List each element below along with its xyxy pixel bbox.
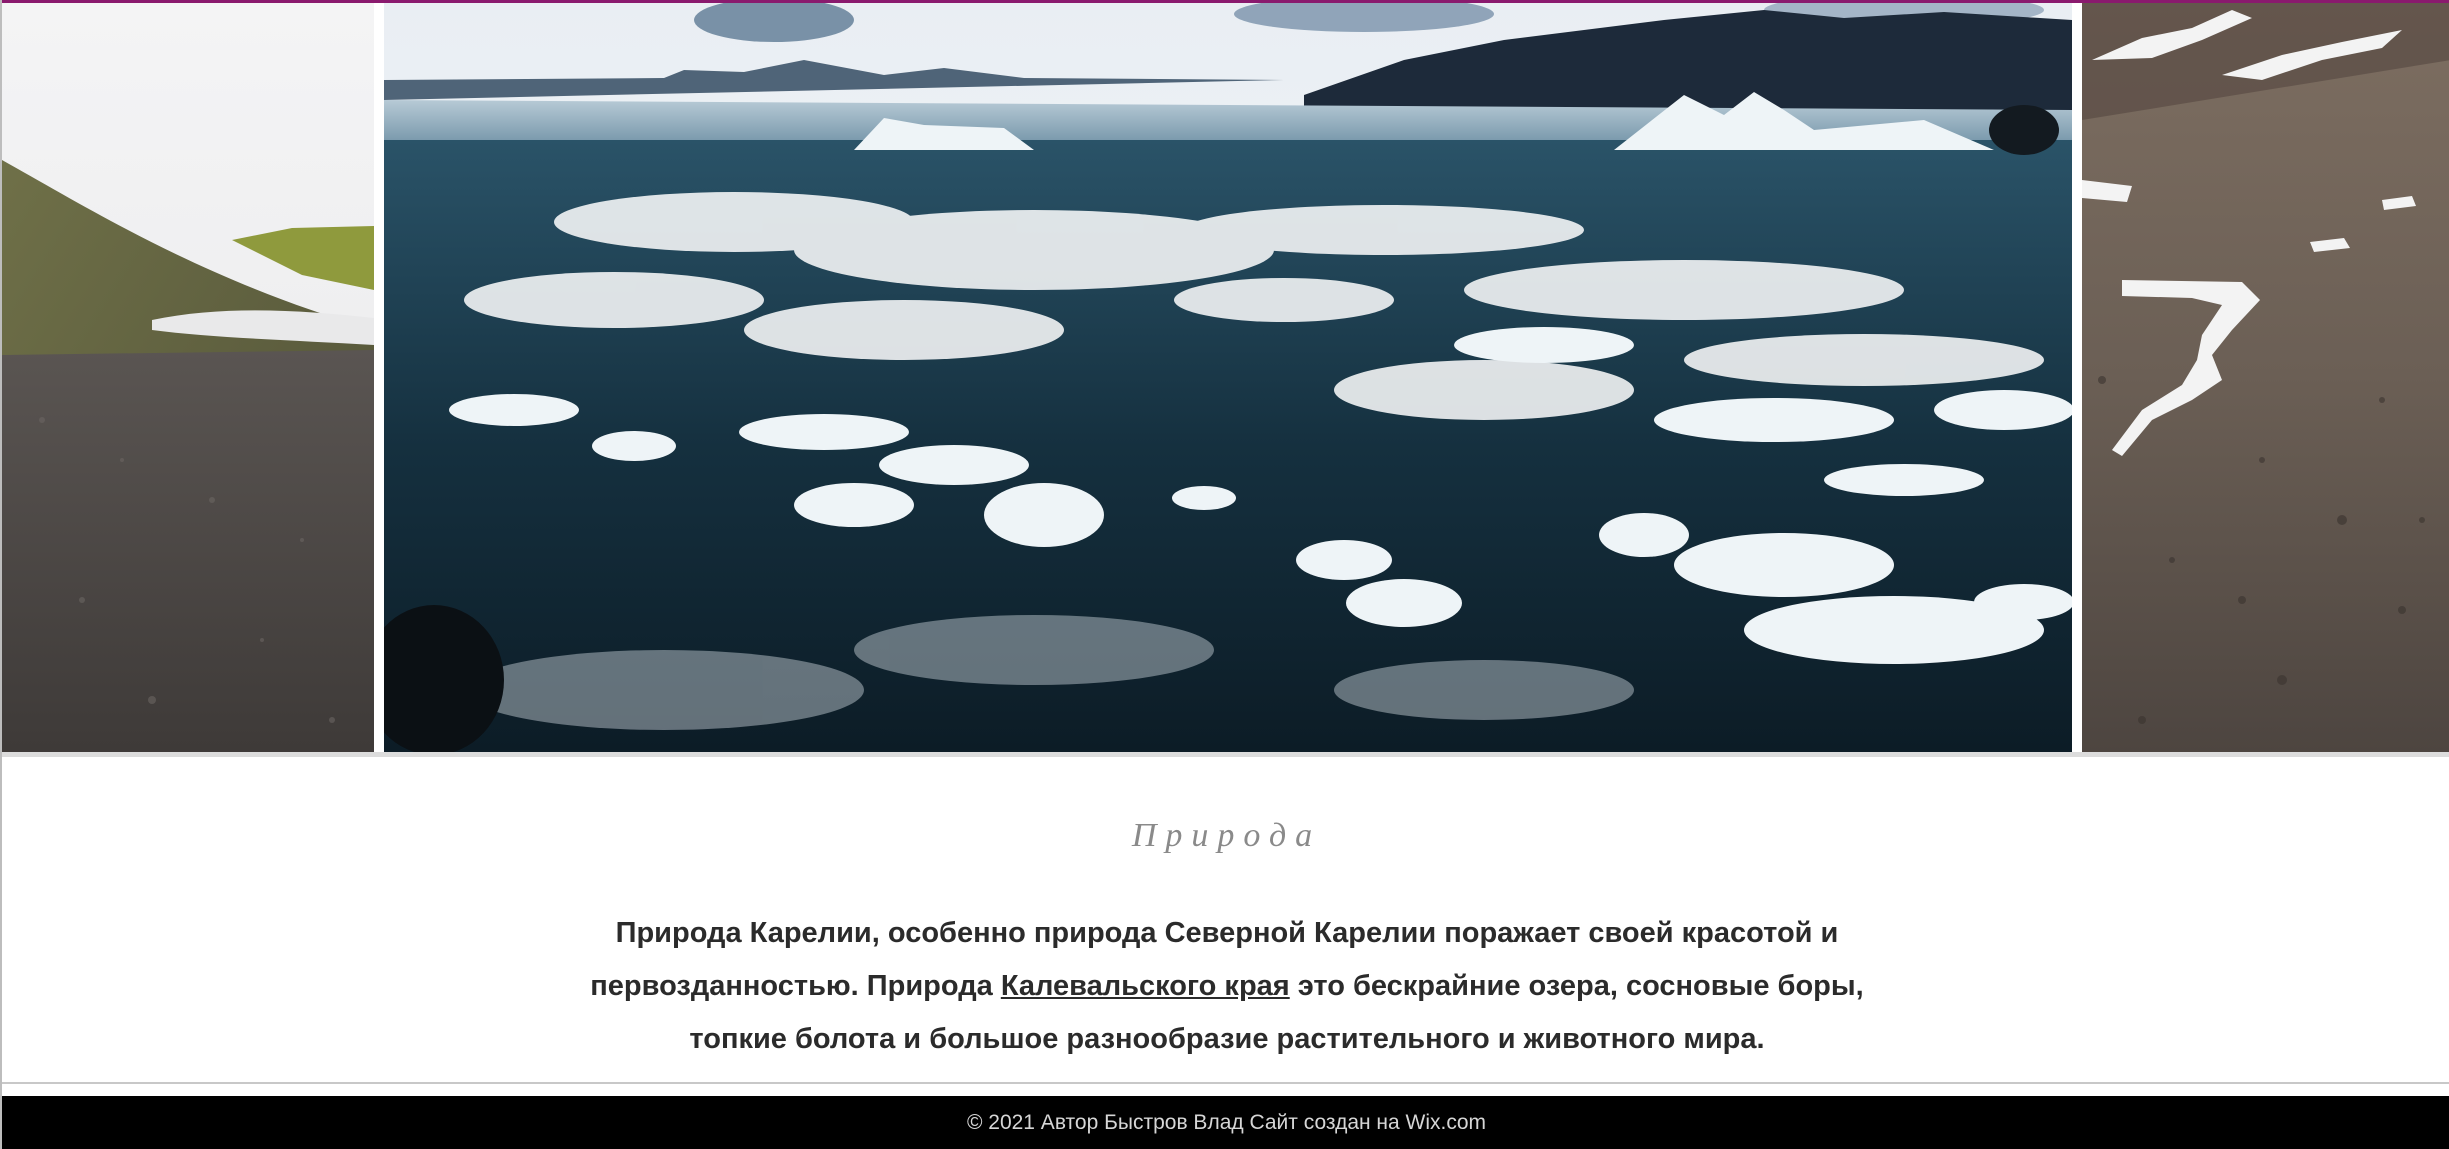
glacier-lagoon-image xyxy=(384,0,2072,752)
rocky-hillside-image xyxy=(2082,0,2449,752)
image-gallery xyxy=(2,0,2449,752)
footer: © 2021 Автор Быстров Влад Сайт создан на… xyxy=(2,1096,2449,1149)
page: Природа Природа Карелии, особенно природ… xyxy=(0,0,2449,1149)
kalevala-region-link[interactable]: Калевальского края xyxy=(1001,970,1290,1002)
top-accent-bar xyxy=(2,0,2449,3)
gallery-image-right[interactable] xyxy=(2082,0,2449,752)
footer-copyright-text: © 2021 Автор Быстров Влад Сайт создан на… xyxy=(966,1111,1487,1134)
gallery-image-left[interactable] xyxy=(2,0,374,752)
gallery-image-center[interactable] xyxy=(384,0,2072,752)
mountain-slope-image xyxy=(2,0,374,752)
gallery-divider xyxy=(2,752,2449,757)
section-paragraph: Природа Карелии, особенно природа Северн… xyxy=(562,907,1892,1066)
section-title: Природа xyxy=(1131,817,1322,854)
content-divider xyxy=(2,1082,2449,1084)
